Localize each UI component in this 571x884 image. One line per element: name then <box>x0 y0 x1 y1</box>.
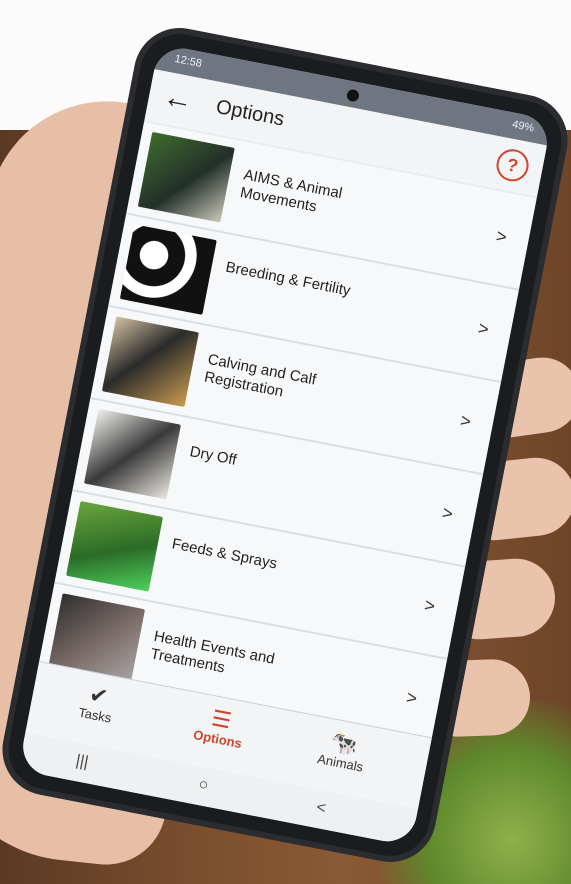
chevron-right-icon: > <box>494 225 509 248</box>
tab-animals[interactable]: 🐄 Animals <box>285 721 400 780</box>
list-item-label: AIMS & Animal Movements <box>238 166 344 216</box>
chevron-right-icon: > <box>440 502 455 525</box>
tab-options[interactable]: ☰ Options <box>162 698 277 757</box>
chevron-right-icon: > <box>458 410 473 432</box>
chevron-right-icon: > <box>404 687 419 709</box>
photo-scene: 12:58 49% ← Options ? AIMS & Animal Move… <box>0 0 571 884</box>
back-arrow-icon[interactable]: ← <box>160 80 196 119</box>
battery-level: 49% <box>511 118 536 135</box>
list-item-label: Dry Off <box>188 443 239 469</box>
list-item-label: Calving and Calf Registration <box>202 350 318 401</box>
status-time: 12:58 <box>173 52 203 70</box>
milking-photo-thumbnail <box>83 408 181 500</box>
cattle-photo-thumbnail <box>137 131 235 223</box>
tractor-photo-thumbnail <box>66 501 164 592</box>
page-title: Options <box>214 95 287 131</box>
help-icon[interactable]: ? <box>493 146 532 185</box>
tab-tasks[interactable]: ✔ Tasks <box>40 674 155 733</box>
list-item-label: Breeding & Fertility <box>224 258 352 300</box>
calf-photo-thumbnail <box>101 316 199 408</box>
front-camera <box>345 88 360 103</box>
chevron-right-icon: > <box>476 317 491 340</box>
options-list: AIMS & Animal Movements > Breeding & Fer… <box>36 122 537 753</box>
home-icon[interactable]: ○ <box>197 776 210 796</box>
back-icon[interactable]: < <box>315 799 327 818</box>
recent-apps-icon[interactable]: ||| <box>74 752 89 772</box>
list-item-label: Feeds & Sprays <box>170 535 279 573</box>
chevron-right-icon: > <box>422 594 437 617</box>
cow-photo-thumbnail <box>119 224 217 315</box>
